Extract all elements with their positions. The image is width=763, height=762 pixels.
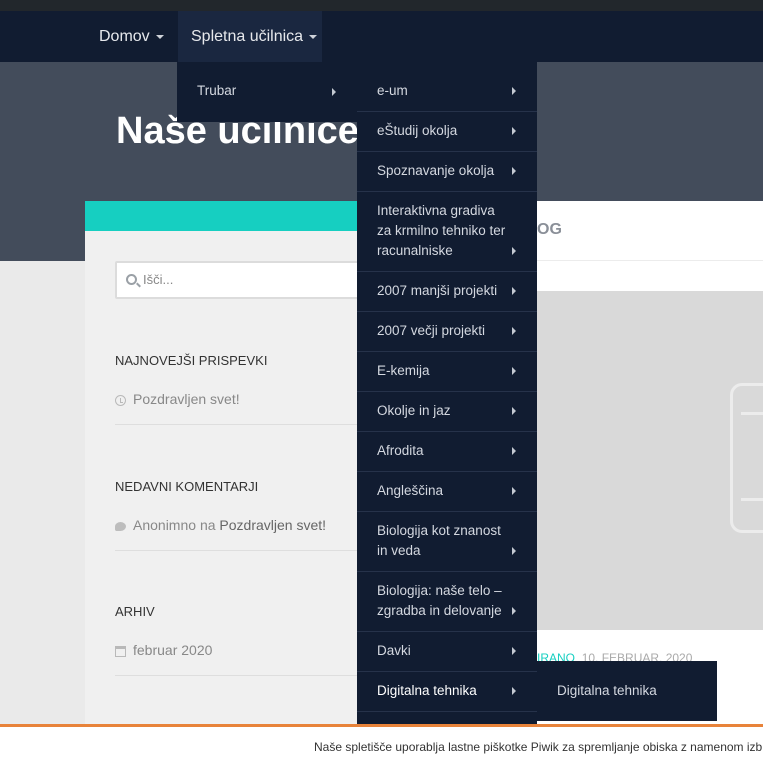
chevron-down-icon (309, 34, 318, 39)
clock-icon (115, 395, 126, 406)
search-box[interactable] (115, 261, 375, 299)
search-icon (126, 274, 137, 285)
menu-item-interaktivna-gradiva[interactable]: Interaktivna gradiva za krmilno tehniko … (357, 192, 537, 272)
menu-item-label: Afrodita (377, 443, 424, 458)
dropdown-menu-level2: e-um eŠtudij okolja Spoznavanje okolja I… (357, 62, 537, 724)
menu-item-e-kemija[interactable]: E-kemija (357, 352, 537, 392)
cookie-notice-bar: Naše spletišče uporablja lastne piškotke… (0, 724, 763, 762)
widget-title-latest-posts: NAJNOVEJŠI PRISPEVKI (115, 353, 268, 368)
menu-item-label: Spoznavanje okolja (377, 163, 495, 178)
menu-item-digitalna-tehnika[interactable]: Digitalna tehnika (357, 672, 537, 712)
list-item-archive[interactable]: februar 2020 (115, 642, 357, 676)
menu-item-2007-manjsi-projekti[interactable]: 2007 manjši projekti (357, 272, 537, 312)
comment-conj: na (199, 517, 216, 533)
chevron-right-icon (512, 87, 516, 95)
dropdown-menu-level1: Trubar (177, 62, 357, 122)
search-input[interactable] (143, 263, 343, 297)
sidebar: NAJNOVEJŠI PRISPEVKI Pozdravljen svet! N… (85, 201, 375, 724)
list-item-latest-post[interactable]: Pozdravljen svet! (115, 391, 357, 425)
chevron-right-icon (512, 247, 516, 255)
nav-item-label: Domov (99, 28, 150, 45)
menu-item-trubar[interactable]: Trubar (177, 62, 357, 122)
chevron-right-icon (512, 547, 516, 555)
phone-icon (730, 383, 763, 533)
widget-title-archive: ARHIV (115, 604, 155, 619)
chevron-right-icon (512, 687, 516, 695)
menu-item-okolje-in-jaz[interactable]: Okolje in jaz (357, 392, 537, 432)
chevron-right-icon (512, 327, 516, 335)
menu-item-afrodita[interactable]: Afrodita (357, 432, 537, 472)
cookie-notice-text: Naše spletišče uporablja lastne piškotke… (314, 740, 763, 754)
menu-item-label: eŠtudij okolja (377, 123, 458, 138)
chevron-right-icon (512, 647, 516, 655)
menu-item-label: Digitalna tehnika (377, 683, 477, 698)
menu-item-anglescina[interactable]: Angleščina (357, 472, 537, 512)
chevron-right-icon (512, 447, 516, 455)
main-content: OG IRANO 10. FEBRUAR, 2020 (537, 201, 763, 724)
chevron-right-icon (512, 127, 516, 135)
menu-item-label: Angleščina (377, 483, 444, 498)
content-heading: OG (537, 221, 562, 238)
menu-item-spoznavanje-okolja[interactable]: Spoznavanje okolja (357, 152, 537, 192)
menu-item-label: E-kemija (377, 363, 430, 378)
menu-item-label: Okolje in jaz (377, 403, 451, 418)
chevron-right-icon (512, 407, 516, 415)
sidebar-accent-bar (85, 201, 357, 231)
menu-item-label: Biologija kot znanost in veda (377, 523, 501, 558)
menu-item-label: 2007 manjši projekti (377, 283, 498, 298)
nav-item-spletna-ucilnica[interactable]: Spletna učilnica (178, 11, 322, 62)
post-thumbnail[interactable] (537, 291, 763, 630)
comment-post-link[interactable]: Pozdravljen svet! (219, 517, 326, 533)
chevron-right-icon (512, 487, 516, 495)
comment-icon (115, 522, 126, 531)
dropdown-menu-level3: Digitalna tehnika (537, 661, 717, 721)
menu-item-digitalna-tehnika-sub[interactable]: Digitalna tehnika (537, 661, 717, 721)
archive-link[interactable]: februar 2020 (133, 642, 212, 658)
list-item-recent-comment: Anonimno na Pozdravljen svet! (115, 517, 357, 551)
calendar-icon (115, 646, 126, 657)
menu-item-label: Davki (377, 643, 411, 658)
menu-item-label: Digitalna tehnika (557, 683, 657, 698)
menu-item-label: 2007 večji projekti (377, 323, 486, 338)
comment-author: Anonimno (133, 517, 197, 533)
menu-item-estudij-okolja[interactable]: eŠtudij okolja (357, 112, 537, 152)
chevron-right-icon (512, 367, 516, 375)
chevron-right-icon (512, 287, 516, 295)
menu-item-2007-vecji-projekti[interactable]: 2007 večji projekti (357, 312, 537, 352)
latest-post-link[interactable]: Pozdravljen svet! (133, 391, 240, 407)
chevron-right-icon (512, 167, 516, 175)
widget-title-recent-comments: NEDAVNI KOMENTARJI (115, 479, 259, 494)
top-strip (0, 0, 763, 11)
nav-item-domov[interactable]: Domov (99, 11, 164, 62)
menu-item-label: Biologija: naše telo – zgradba in delova… (377, 583, 502, 618)
main-navbar: Domov Spletna učilnica (0, 11, 763, 62)
menu-item-davki[interactable]: Davki (357, 632, 537, 672)
menu-item-label: Trubar (197, 83, 237, 98)
chevron-down-icon (155, 34, 164, 39)
menu-item-biologija-znanost[interactable]: Biologija kot znanost in veda (357, 512, 537, 572)
menu-item-e-um[interactable]: e-um (357, 62, 537, 112)
menu-item-biologija-telo[interactable]: Biologija: naše telo – zgradba in delova… (357, 572, 537, 632)
nav-item-label: Spletna učilnica (191, 28, 304, 45)
menu-item-label: Interaktivna gradiva za krmilno tehniko … (377, 203, 506, 258)
chevron-right-icon (512, 607, 516, 615)
menu-item-label: e-um (377, 83, 408, 98)
divider (537, 260, 763, 261)
chevron-right-icon (332, 88, 336, 96)
comment-text: Anonimno na Pozdravljen svet! (133, 517, 326, 533)
